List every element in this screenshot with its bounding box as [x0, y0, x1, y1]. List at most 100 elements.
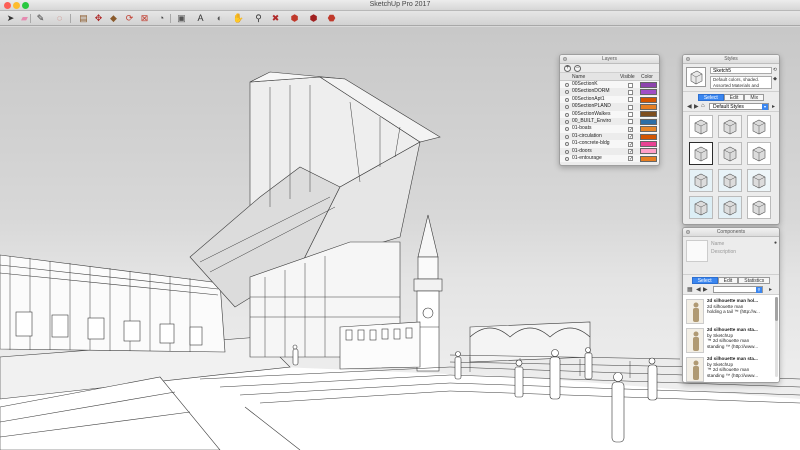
layer-name[interactable]: 01-entourage: [572, 155, 628, 162]
style-description-field[interactable]: Default colors, shaded. Assorted Materia…: [710, 76, 772, 89]
layer-name[interactable]: 00SectionPLAND: [572, 103, 628, 110]
shape-circle-icon[interactable]: ◌: [54, 13, 65, 24]
layer-name[interactable]: 00SectionApt1: [572, 96, 628, 103]
delete-layer-icon[interactable]: −: [574, 65, 581, 72]
column-visible-header[interactable]: Visible: [620, 74, 635, 80]
component-description-placeholder[interactable]: Description: [711, 249, 736, 255]
orbit-icon[interactable]: ◐: [214, 13, 225, 24]
layer-visible-checkbox[interactable]: [628, 82, 633, 88]
layer-color-swatch[interactable]: [640, 89, 657, 96]
component-name-placeholder[interactable]: Name: [711, 241, 724, 247]
layer-name[interactable]: 01-concrete-bldg: [572, 140, 628, 147]
layer-row[interactable]: 01-concrete-bldg ✓: [560, 140, 659, 148]
layer-row[interactable]: 00SectionK: [560, 81, 659, 89]
style-collection-select[interactable]: Default Styles ▾: [709, 103, 769, 110]
model-viewport[interactable]: [0, 27, 800, 450]
tape-measure-icon[interactable]: ◔: [156, 13, 167, 24]
pencil-line-icon[interactable]: ✎: [35, 13, 46, 24]
layer-name[interactable]: 01-boats: [572, 125, 628, 132]
layer-visible-checkbox[interactable]: [628, 89, 633, 95]
active-layer-radio[interactable]: [565, 134, 569, 139]
style-thumbnail[interactable]: [718, 169, 742, 192]
push-pull-icon[interactable]: ▤: [78, 13, 89, 24]
text-label-icon[interactable]: ▣: [176, 13, 187, 24]
paint-bucket-icon[interactable]: ◆: [108, 13, 119, 24]
style-thumbnail[interactable]: [689, 142, 713, 165]
column-color-header[interactable]: Color: [641, 74, 653, 80]
component-list-item[interactable]: 2d silhouette man hol... 2d silhouette ma…: [686, 298, 774, 326]
active-layer-radio[interactable]: [565, 142, 569, 147]
scale-icon[interactable]: ⊠: [139, 13, 150, 24]
update-style-icon[interactable]: ⟲: [773, 67, 777, 73]
details-icon[interactable]: ▸: [772, 103, 775, 110]
tab-statistics[interactable]: Statistics: [738, 277, 771, 284]
create-style-icon[interactable]: ◆: [773, 76, 777, 82]
display-options-icon[interactable]: ▦: [687, 286, 693, 293]
component-list-item[interactable]: 2d silhouette man sta... by SketchUp ™ 2d …: [686, 327, 774, 355]
active-layer-radio[interactable]: [565, 83, 569, 87]
component-list-item[interactable]: 2d silhouette man sta... by SketchUp ™ 2d …: [686, 356, 774, 382]
scrollbar-thumb[interactable]: [775, 297, 778, 321]
style-thumbnail[interactable]: [747, 196, 771, 219]
layer-color-swatch[interactable]: [640, 111, 657, 118]
layer-color-swatch[interactable]: [640, 126, 657, 133]
back-arrow-icon[interactable]: ◀: [687, 103, 692, 110]
layer-visible-checkbox[interactable]: [628, 112, 633, 118]
layer-row[interactable]: 00_BUILT_Enviro: [560, 118, 659, 125]
rotate-icon[interactable]: ⟳: [124, 13, 135, 24]
tab-mix[interactable]: Mix: [744, 94, 765, 101]
forward-arrow-icon[interactable]: ▶: [703, 286, 708, 293]
tab-edit[interactable]: Edit: [723, 94, 745, 101]
active-layer-radio[interactable]: [565, 105, 569, 110]
panel-close-button[interactable]: [686, 57, 690, 61]
layer-row[interactable]: 01-circulation ✓: [560, 133, 659, 140]
layer-color-swatch[interactable]: [640, 133, 657, 140]
style-thumbnail[interactable]: [718, 142, 742, 165]
layer-visible-checkbox[interactable]: [628, 97, 633, 103]
layer-visible-checkbox[interactable]: [628, 119, 633, 125]
layer-row[interactable]: 01-entourage ✓: [560, 154, 659, 163]
add-layer-icon[interactable]: +: [564, 65, 571, 72]
active-layer-radio[interactable]: [565, 90, 569, 95]
active-layer-radio[interactable]: [565, 112, 569, 117]
layer-visible-checkbox[interactable]: ✓: [628, 126, 633, 132]
layer-color-swatch[interactable]: [640, 155, 657, 162]
layer-visible-checkbox[interactable]: ✓: [628, 141, 633, 147]
select-arrow-icon[interactable]: ➤: [5, 13, 16, 24]
active-layer-radio[interactable]: [565, 127, 569, 132]
components-scrollbar[interactable]: [775, 297, 778, 377]
layer-row[interactable]: 01-boats ✓: [560, 125, 659, 133]
dimension-icon[interactable]: A: [195, 13, 206, 24]
column-name-header[interactable]: Name: [572, 74, 585, 80]
style-thumbnail[interactable]: [689, 115, 713, 138]
layer-visible-checkbox[interactable]: ✓: [628, 149, 633, 155]
layer-visible-checkbox[interactable]: ✓: [628, 134, 633, 140]
move-icon[interactable]: ✥: [93, 13, 104, 24]
layer-name[interactable]: 01-circulation: [572, 133, 628, 140]
warehouse-icon[interactable]: ⬢: [289, 13, 300, 24]
layer-color-swatch[interactable]: [640, 140, 657, 147]
layer-visible-checkbox[interactable]: [628, 104, 633, 110]
style-thumbnail[interactable]: [747, 142, 771, 165]
active-layer-radio[interactable]: [565, 119, 569, 124]
style-thumbnail[interactable]: [747, 115, 771, 138]
layer-color-swatch[interactable]: [640, 118, 657, 125]
panel-close-button[interactable]: [686, 230, 690, 234]
style-thumbnail[interactable]: [747, 169, 771, 192]
layer-row[interactable]: 00SectionApt1: [560, 95, 659, 104]
active-layer-radio[interactable]: [565, 156, 569, 161]
active-layer-radio[interactable]: [565, 149, 569, 154]
style-thumbnail[interactable]: [689, 169, 713, 192]
extension-warehouse-icon[interactable]: ⬢: [308, 13, 319, 24]
layout-send-icon[interactable]: ⬣: [326, 13, 337, 24]
eraser-icon[interactable]: ▰: [19, 13, 30, 24]
panel-close-button[interactable]: [563, 57, 567, 61]
tab-edit[interactable]: Edit: [717, 277, 739, 284]
tab-select[interactable]: Select: [697, 94, 724, 101]
layer-color-swatch[interactable]: [640, 148, 657, 155]
layer-name[interactable]: 01-doors: [572, 148, 628, 155]
style-name-field[interactable]: Sketch5: [710, 67, 772, 74]
back-arrow-icon[interactable]: ◀: [696, 286, 701, 293]
layer-color-swatch[interactable]: [640, 81, 657, 88]
zoom-icon[interactable]: ⚲: [253, 13, 264, 24]
